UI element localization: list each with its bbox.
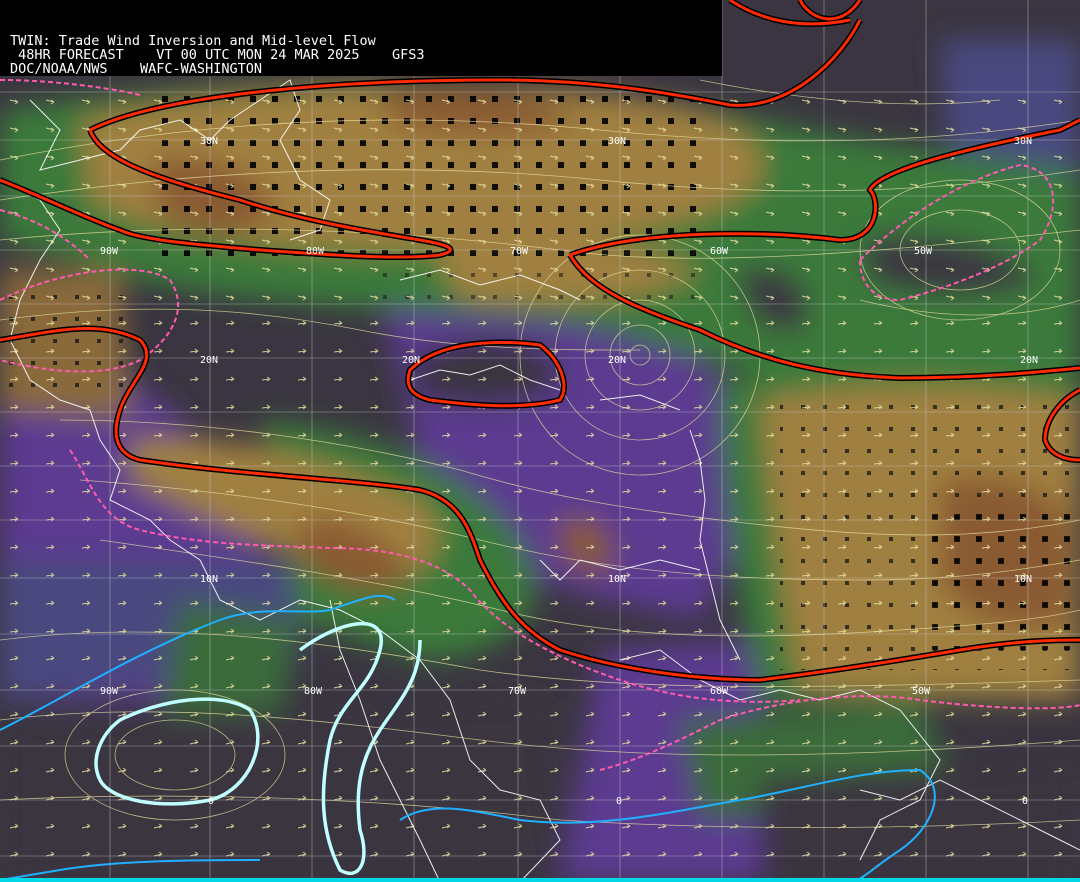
lon-label-bottom-50w: 50W <box>912 686 931 697</box>
lon-label-bottom-90w: 90W <box>100 686 119 697</box>
weather-map: 30N 30N 30N 90W 80W 70W 60W 50W 20N 20N … <box>0 0 1080 882</box>
lat-label-0-1: 0 <box>208 796 214 807</box>
lat-label-20n-4: 20N <box>1020 355 1038 366</box>
lon-label-top-50w: 50W <box>914 246 933 257</box>
lat-label-20n-1: 20N <box>200 355 218 366</box>
lat-label-0-2: 0 <box>616 796 622 807</box>
lat-label-20n-3: 20N <box>608 355 626 366</box>
lon-label-top-60w: 60W <box>710 246 729 257</box>
bottom-border <box>0 878 1080 882</box>
title-block: TWIN: Trade Wind Inversion and Mid-level… <box>0 0 722 76</box>
lat-label-20n-2: 20N <box>402 355 420 366</box>
lat-label-30n-1: 30N <box>200 136 218 147</box>
lon-label-top-80w: 80W <box>306 246 325 257</box>
lon-label-bottom-70w: 70W <box>508 686 527 697</box>
lat-label-0-3: 0 <box>1022 796 1028 807</box>
lon-label-bottom-60w: 60W <box>710 686 729 697</box>
map-canvas: 30N 30N 30N 90W 80W 70W 60W 50W 20N 20N … <box>0 0 1080 882</box>
lat-label-30n-3: 30N <box>1014 136 1032 147</box>
lon-label-top-70w: 70W <box>510 246 529 257</box>
forecast-valid-time: 48HR FORECAST VT 00 UTC MON 24 MAR 2025 … <box>10 47 425 63</box>
lat-label-10n-1: 10N <box>200 574 218 585</box>
product-title: TWIN: Trade Wind Inversion and Mid-level… <box>10 33 376 49</box>
lat-label-30n-2: 30N <box>608 136 626 147</box>
issuing-agency: DOC/NOAA/NWS WAFC-WASHINGTON <box>10 61 262 77</box>
lon-label-top-90w: 90W <box>100 246 119 257</box>
lat-label-10n-3: 10N <box>1014 574 1032 585</box>
lat-label-10n-2: 10N <box>608 574 626 585</box>
lon-label-bottom-80w: 80W <box>304 686 323 697</box>
